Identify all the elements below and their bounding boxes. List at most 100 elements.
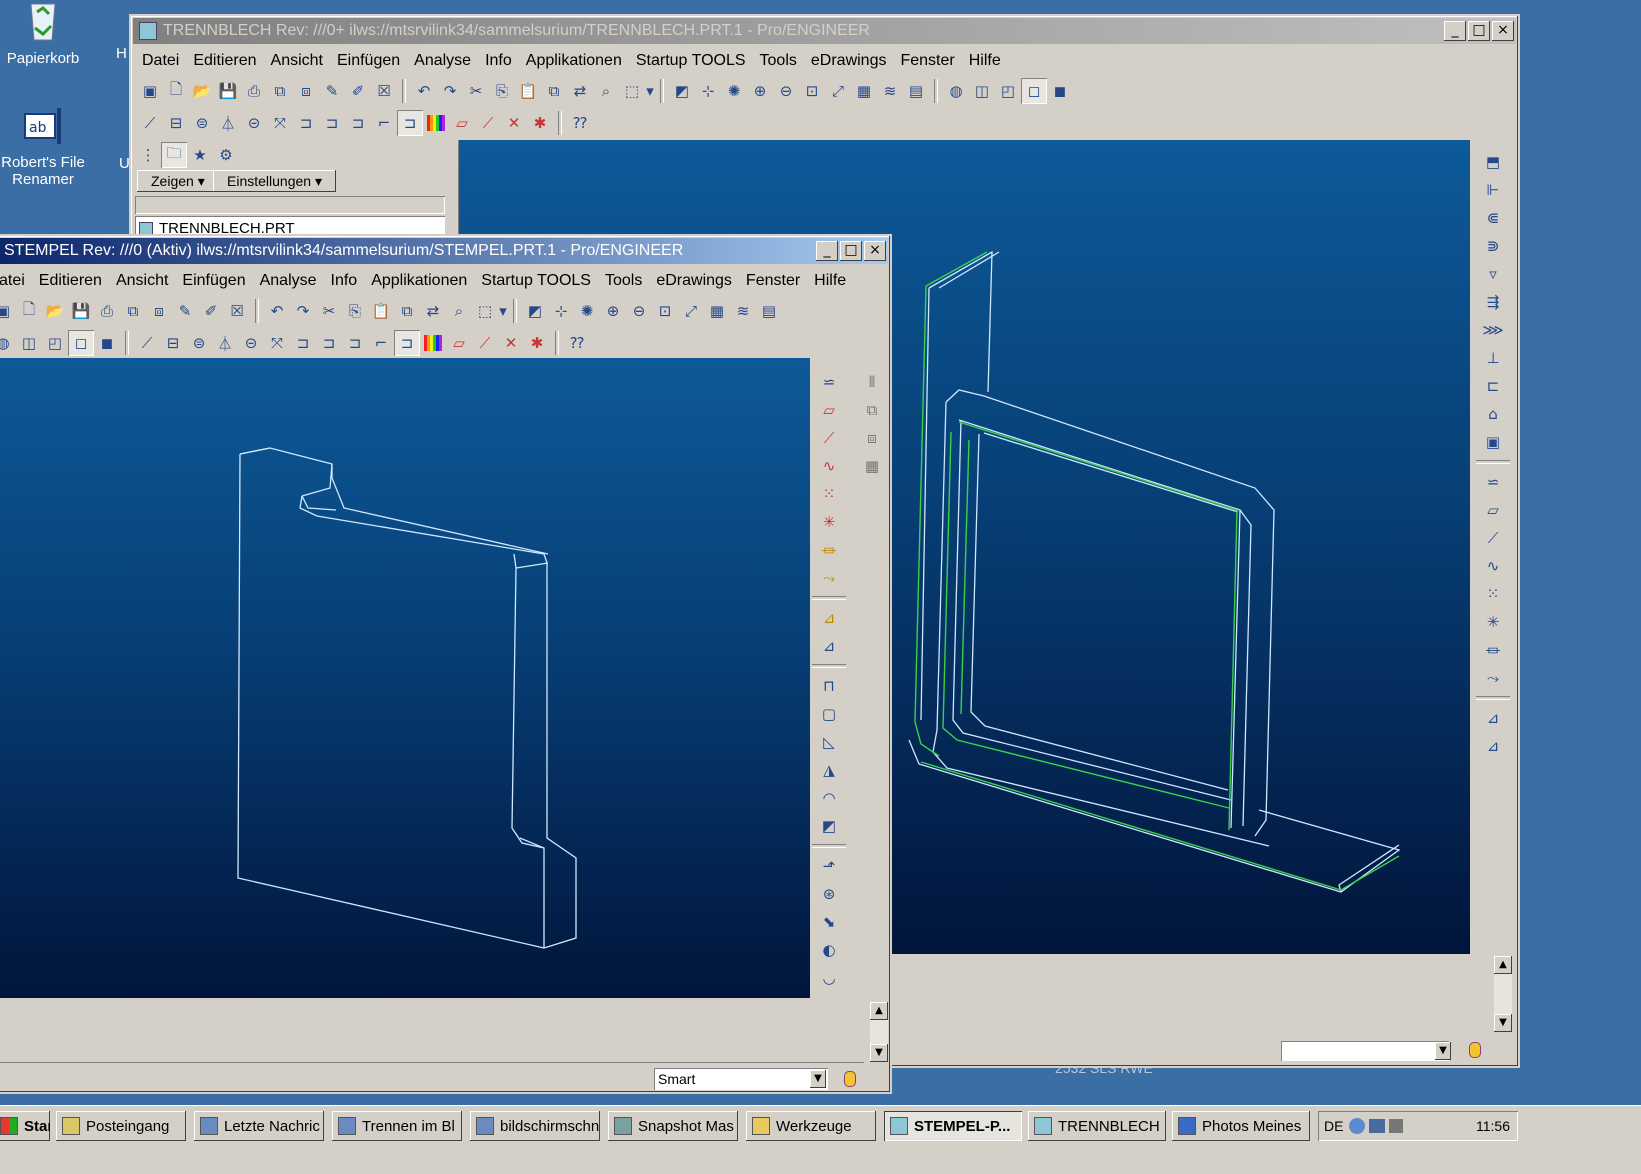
new-window-icon[interactable]: ▣	[0, 298, 16, 324]
sketch-points-icon[interactable]: ✕	[498, 330, 524, 356]
scroll-down-button[interactable]: ▼	[1494, 1014, 1512, 1032]
open-file-icon[interactable]: 📂	[42, 298, 68, 324]
graphics-area-stempel[interactable]	[0, 358, 810, 998]
paste-icon[interactable]: ⧈	[146, 298, 172, 324]
flat-pattern-icon[interactable]: ▣	[1480, 429, 1506, 455]
script-icon[interactable]: ✎	[172, 298, 198, 324]
wireframe-icon[interactable]: ◍	[943, 78, 969, 104]
annotation-element-icon[interactable]: ⊿	[1480, 733, 1506, 759]
menu-startup-tools[interactable]: Startup TOOLS	[629, 52, 753, 70]
context-help-icon[interactable]: ⁇	[567, 110, 593, 136]
sheetmetal-flange-icon[interactable]: ⊐	[319, 110, 345, 136]
datum-curve-icon[interactable]: ∿	[1480, 553, 1506, 579]
annotation-icon[interactable]: ⊿	[1480, 705, 1506, 731]
extrude-icon[interactable]: ⊓	[816, 673, 842, 699]
sweep-icon[interactable]: ◺	[816, 729, 842, 755]
language-indicator[interactable]: DE	[1324, 1118, 1343, 1134]
taskbar-item[interactable]: Trennen im Bl	[332, 1111, 462, 1141]
menu-fenster[interactable]: Fenster	[893, 52, 961, 70]
color-palette-icon[interactable]	[420, 330, 446, 356]
merge-icon[interactable]: ⧉	[859, 397, 885, 423]
undo-icon[interactable]: ↶	[264, 298, 290, 324]
edit-icon[interactable]: ✐	[345, 78, 371, 104]
edit-icon[interactable]: ✐	[198, 298, 224, 324]
offset-icon[interactable]: ⤳	[1480, 665, 1506, 691]
open-file-icon[interactable]: 📂	[189, 78, 215, 104]
zoom-out-icon[interactable]: ⊖	[773, 78, 799, 104]
maximize-button[interactable]: □	[1468, 21, 1490, 41]
flange-wall-icon[interactable]: ⋐	[1480, 205, 1506, 231]
menu-applikationen[interactable]: Applikationen	[364, 272, 474, 290]
sketch-points-icon[interactable]: ✕	[501, 110, 527, 136]
menu-ansicht[interactable]: Ansicht	[264, 52, 330, 70]
menu-tools[interactable]: Tools	[753, 52, 804, 70]
csys-icon[interactable]: ✳	[816, 509, 842, 535]
taskbar-item-active[interactable]: STEMPEL-P...	[884, 1111, 1022, 1141]
corner-relief-icon[interactable]: ⊥	[1480, 345, 1506, 371]
offset-icon[interactable]: ⤳	[816, 565, 842, 591]
datum-point-display-icon[interactable]: ⊜	[186, 330, 212, 356]
scrollbar-track[interactable]	[1494, 974, 1512, 1014]
rip-icon[interactable]: ⋙	[1480, 317, 1506, 343]
find-icon[interactable]: ⌕	[593, 78, 619, 104]
layers-icon[interactable]: ≋	[877, 78, 903, 104]
flat-wall-icon[interactable]: ⊩	[1480, 177, 1506, 203]
menu-edrawings[interactable]: eDrawings	[804, 52, 894, 70]
wireframe-icon[interactable]: ◍	[0, 330, 16, 356]
clock[interactable]: 11:56	[1476, 1118, 1510, 1134]
print-icon[interactable]: ⎙	[94, 298, 120, 324]
new-window-icon[interactable]: ▣	[137, 78, 163, 104]
volume-icon[interactable]	[1389, 1119, 1404, 1133]
analysis-icon[interactable]: ⏛	[816, 537, 842, 563]
menu-startup-tools[interactable]: Startup TOOLS	[474, 272, 598, 290]
orient-mode-icon[interactable]: ✺	[574, 298, 600, 324]
window-stempel[interactable]: STEMPEL Rev: ///0 (Aktiv) ilws://mtsrvil…	[0, 234, 892, 1094]
paste-special-icon[interactable]: ⧉	[541, 78, 567, 104]
selection-box-icon[interactable]: ⬚	[472, 298, 498, 324]
paste-icon[interactable]: ⧈	[293, 78, 319, 104]
monitor-icon[interactable]	[1369, 1119, 1386, 1133]
sketch-line-icon[interactable]: ⟋	[475, 110, 501, 136]
favorites-icon[interactable]: ★	[187, 142, 213, 168]
menu-ansicht[interactable]: Ansicht	[109, 272, 175, 290]
sketched-plane-icon[interactable]: ▱	[1480, 497, 1506, 523]
datum-plane-icon[interactable]: ⋍	[816, 369, 842, 395]
menu-fenster[interactable]: Fenster	[739, 272, 807, 290]
menu-analyse[interactable]: Analyse	[253, 272, 324, 290]
desktop-icon-file-renamer[interactable]: ab Robert's File Renamer	[0, 104, 88, 188]
taskbar-item[interactable]: Photos Meines	[1172, 1111, 1310, 1141]
copy-icon[interactable]: ⧉	[120, 298, 146, 324]
reorient-icon[interactable]: ⤢	[678, 298, 704, 324]
sheetmetal-bend-icon[interactable]: ⊐	[342, 330, 368, 356]
orient-mode-icon[interactable]: ✺	[721, 78, 747, 104]
minimize-button[interactable]: _	[816, 241, 838, 261]
shaded-icon[interactable]: ◼	[94, 330, 120, 356]
sketch-plane-icon[interactable]: ▱	[446, 330, 472, 356]
taskbar-item[interactable]: TRENNBLECH	[1028, 1111, 1166, 1141]
new-file-icon[interactable]: 🗋	[16, 298, 42, 324]
no-hidden-icon[interactable]: ◰	[995, 78, 1021, 104]
reorient-icon[interactable]: ⤢	[825, 78, 851, 104]
desktop-icon-recycle-bin[interactable]: Papierkorb	[0, 0, 88, 67]
menu-datei[interactable]: Datei	[135, 52, 186, 70]
selection-box-icon[interactable]: ⬚	[619, 78, 645, 104]
sheetmetal-flange-icon[interactable]: ⊐	[316, 330, 342, 356]
datum-axis-icon[interactable]: ⟋	[1480, 525, 1506, 551]
csys-icon[interactable]: ✳	[1480, 609, 1506, 635]
filter-dropdown-arrow-icon[interactable]: ▼	[810, 1070, 826, 1088]
saved-views-icon[interactable]: ▦	[851, 78, 877, 104]
save-icon[interactable]: 💾	[68, 298, 94, 324]
menu-einfuegen[interactable]: Einfügen	[175, 272, 252, 290]
shell-icon[interactable]: ◩	[816, 813, 842, 839]
datum-point-icon[interactable]: ⁙	[816, 481, 842, 507]
sheetmetal-wall-icon[interactable]: ⊐	[290, 330, 316, 356]
zoom-out-icon[interactable]: ⊖	[626, 298, 652, 324]
close-window-icon[interactable]: ☒	[224, 298, 250, 324]
layers-icon[interactable]: ≋	[730, 298, 756, 324]
model-tree-icon[interactable]: ⋮	[135, 142, 161, 168]
refit-icon[interactable]: ⊡	[799, 78, 825, 104]
view-manager-icon[interactable]: ▤	[903, 78, 929, 104]
blend-icon[interactable]: ◮	[816, 757, 842, 783]
sheetmetal-unbend-icon[interactable]: ⌐	[368, 330, 394, 356]
punch-icon[interactable]: ⌂	[1480, 401, 1506, 427]
